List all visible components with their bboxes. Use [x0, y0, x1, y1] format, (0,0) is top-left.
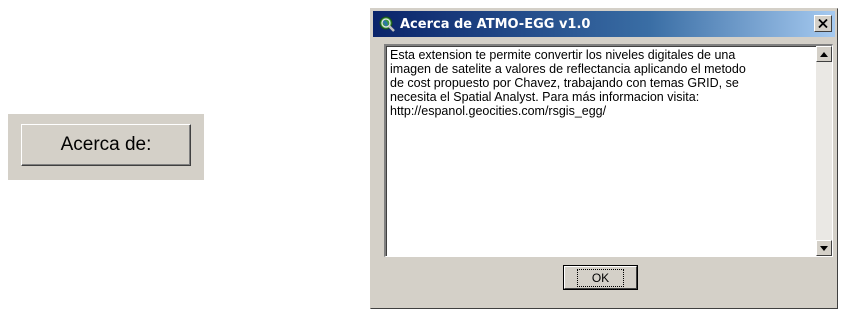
arrow-down-icon	[820, 245, 828, 251]
arrow-up-icon	[820, 51, 828, 57]
scroll-down-button[interactable]	[816, 240, 832, 256]
about-button-panel: Acerca de:	[8, 114, 204, 180]
scroll-up-button[interactable]	[816, 46, 832, 62]
screen: Acerca de: Acerca de ATMO-EGG v1.0 Esta …	[0, 0, 841, 309]
ok-button-label: OK	[576, 268, 625, 287]
about-dialog: Acerca de ATMO-EGG v1.0 Esta extension t…	[370, 8, 838, 309]
close-icon	[818, 19, 828, 28]
dialog-titlebar[interactable]: Acerca de ATMO-EGG v1.0	[373, 11, 835, 37]
ok-button[interactable]: OK	[563, 265, 638, 290]
globe-magnifier-icon	[377, 14, 397, 34]
vertical-scrollbar[interactable]	[816, 46, 832, 256]
message-textarea[interactable]: Esta extension te permite convertir los …	[384, 44, 833, 257]
about-button[interactable]: Acerca de:	[21, 124, 191, 166]
message-text: Esta extension te permite convertir los …	[390, 48, 746, 118]
close-button[interactable]	[814, 15, 832, 32]
dialog-title: Acerca de ATMO-EGG v1.0	[400, 16, 591, 32]
ok-button-face: OK	[564, 266, 637, 289]
